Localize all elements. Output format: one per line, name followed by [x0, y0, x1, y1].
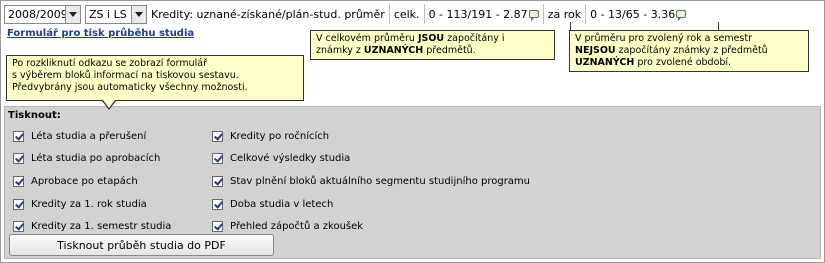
option-label: Léta studia a přerušení — [31, 130, 147, 142]
study-progress-panel: 2008/2009 ZS i LS Kredity: uznané-získan… — [0, 0, 825, 263]
period-average-tooltip: V průměru pro zvolený rok a semestr NEJS… — [569, 30, 809, 72]
tooltip-text: předmětů. — [423, 45, 476, 56]
tooltip-text: pro zvolené období. — [634, 57, 732, 68]
period-value: 0 - 13/65 - 3.36 — [590, 7, 676, 21]
year-select[interactable]: 2008/2009 — [4, 4, 81, 24]
option-label: Celkové výsledky studia — [230, 153, 351, 165]
option-label: Kredity za 1. rok studia — [31, 198, 147, 210]
credits-label: Kredity: uznané-získané/plán-stud. průmě… — [151, 7, 385, 21]
divider — [585, 4, 587, 24]
overall-label: celk. — [393, 7, 420, 21]
checkbox[interactable] — [212, 130, 223, 142]
option-study-duration[interactable]: Doba studia v letech — [212, 193, 530, 216]
tooltip-text: započítány známky z předmětů — [615, 45, 768, 56]
print-options-right: Kredity po ročnících Celkové výsledky st… — [212, 125, 530, 238]
print-pdf-button[interactable]: Tisknout průběh studia do PDF — [9, 234, 274, 256]
tooltip-text-bold: UZNANÝCH — [575, 57, 635, 68]
option-block-fulfillment[interactable]: Stav plnění bloků aktuálního segmentu st… — [212, 170, 530, 193]
option-credits-first-year[interactable]: Kredity za 1. rok studia — [13, 193, 171, 216]
overall-value: 0 - 113/191 - 2.87 — [428, 7, 528, 21]
option-label: Doba studia v letech — [230, 198, 334, 210]
overall-average-tooltip: V celkovém průměru JSOU započítány i zná… — [310, 30, 555, 60]
option-approbation-by-stage[interactable]: Aprobace po etapách — [13, 170, 171, 193]
option-label: Aprobace po etapách — [31, 175, 138, 187]
chevron-down-icon[interactable] — [131, 5, 146, 23]
option-years-and-breaks[interactable]: Léta studia a přerušení — [13, 125, 171, 148]
checkbox[interactable] — [13, 130, 24, 142]
print-panel-title: Tisknout: — [8, 110, 61, 121]
tooltip-text: započítány i — [444, 33, 505, 44]
tooltip-text-bold: NEJSOU — [575, 45, 616, 56]
divider — [423, 4, 425, 24]
checkbox[interactable] — [13, 153, 24, 165]
filter-bar: 2008/2009 ZS i LS Kredity: uznané-získan… — [4, 4, 687, 24]
tooltip-arrow-icon — [102, 100, 116, 110]
checkbox[interactable] — [212, 175, 223, 187]
checkbox[interactable] — [13, 198, 24, 210]
option-label: Přehled zápočtů a zkoušek — [230, 221, 364, 233]
print-options-left: Léta studia a přerušení Léta studia po a… — [13, 125, 171, 238]
comment-icon[interactable] — [528, 10, 539, 21]
tooltip-pointer-line — [570, 22, 571, 30]
tooltip-text: Po rozkliknutí odkazu se zobrazí formulá… — [12, 58, 208, 69]
tooltip-text-bold: JSOU — [417, 33, 445, 44]
option-years-by-approbation[interactable]: Léta studia po aprobacích — [13, 148, 171, 171]
chevron-down-icon[interactable] — [65, 5, 80, 23]
year-select-value: 2008/2009 — [8, 7, 68, 21]
print-form-link[interactable]: Formulář pro tisk průběhu studia — [7, 28, 194, 39]
tooltip-pointer-line — [718, 22, 719, 30]
semester-select-value: ZS i LS — [89, 7, 127, 21]
tooltip-text: Předvybrány jsou automaticky všechny mož… — [12, 82, 248, 93]
option-label: Stav plnění bloků aktuálního segmentu st… — [230, 175, 531, 187]
print-options-panel: Tisknout: Léta studia a přerušení Léta s… — [4, 106, 821, 259]
tooltip-text: s výběrem bloků informací na tiskovou se… — [12, 70, 239, 81]
checkbox[interactable] — [13, 221, 24, 233]
tooltip-text: známky z — [316, 45, 364, 56]
divider — [388, 4, 390, 24]
checkbox[interactable] — [13, 175, 24, 187]
checkbox[interactable] — [212, 221, 223, 233]
option-label: Léta studia po aprobacích — [31, 153, 161, 165]
option-credits-by-year[interactable]: Kredity po ročnících — [212, 125, 530, 148]
divider — [542, 4, 544, 24]
period-label: za rok — [547, 7, 582, 21]
print-form-hint-tooltip: Po rozkliknutí odkazu se zobrazí formulá… — [6, 55, 304, 101]
option-label: Kredity za 1. semestr studia — [31, 221, 172, 233]
option-overall-results[interactable]: Celkové výsledky studia — [212, 148, 530, 171]
tooltip-text: V celkovém průměru — [316, 33, 418, 44]
option-label: Kredity po ročnících — [230, 130, 330, 142]
semester-select[interactable]: ZS i LS — [85, 4, 147, 24]
tooltip-text-bold: UZNANÝCH — [363, 45, 424, 56]
checkbox[interactable] — [212, 153, 223, 165]
comment-icon[interactable] — [676, 10, 687, 21]
tooltip-text: V průměru pro zvolený rok a semestr — [575, 33, 752, 44]
checkbox[interactable] — [212, 198, 223, 210]
